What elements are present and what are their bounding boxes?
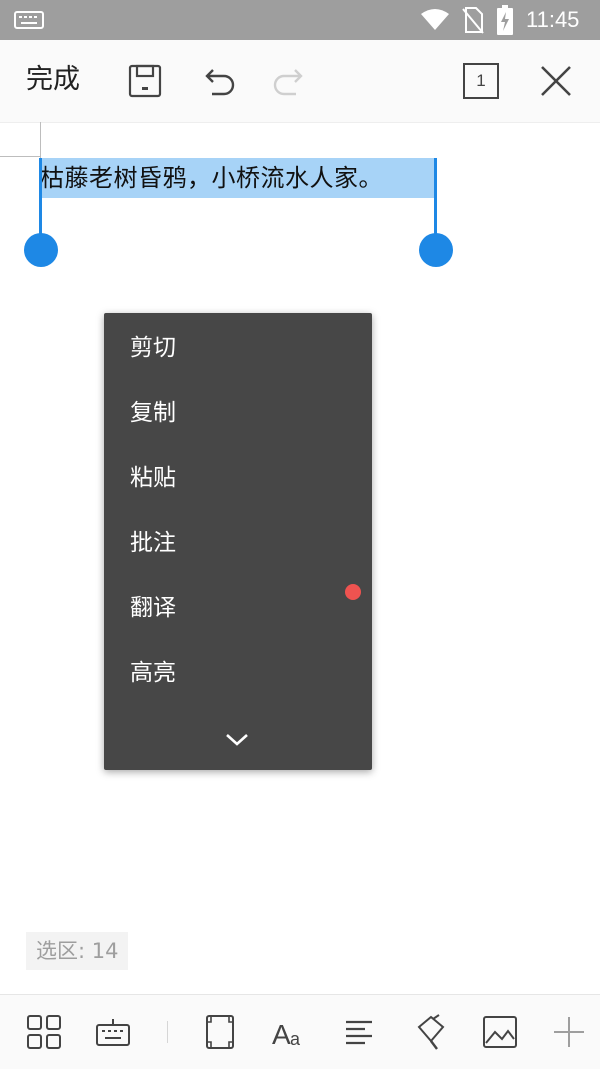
page-frame-icon[interactable] <box>201 1013 239 1051</box>
menu-item-paste[interactable]: 粘贴 <box>130 463 176 493</box>
apps-grid-icon[interactable] <box>25 1013 63 1051</box>
clock: 11:45 <box>526 7 580 32</box>
editor-toolbar: 完成 1 <box>0 40 600 123</box>
align-icon[interactable] <box>341 1013 379 1051</box>
selection-start-handle[interactable] <box>24 233 58 267</box>
margin-guide-vertical <box>40 122 41 158</box>
page-count-value: 1 <box>476 71 486 90</box>
save-icon[interactable] <box>124 60 166 102</box>
selection-start-handle-line <box>39 158 42 236</box>
no-sim-icon <box>462 7 484 34</box>
status-bar: 11:45 <box>0 0 600 40</box>
done-button[interactable]: 完成 <box>26 62 80 98</box>
selection-count-badge: 选区: 14 <box>26 932 129 970</box>
undo-icon[interactable] <box>198 60 240 102</box>
page-count-icon[interactable]: 1 <box>463 63 499 99</box>
menu-item-cut[interactable]: 剪切 <box>130 333 176 363</box>
menu-item-copy[interactable]: 复制 <box>130 398 176 428</box>
margin-guide-horizontal <box>0 156 40 157</box>
bottom-toolbar: A a <box>0 994 600 1069</box>
image-icon[interactable] <box>481 1013 519 1051</box>
toolbar-divider <box>167 1021 168 1043</box>
keyboard-icon <box>14 11 44 29</box>
add-icon[interactable] <box>550 1013 588 1051</box>
new-feature-dot <box>345 584 361 600</box>
menu-item-highlight[interactable]: 高亮 <box>130 658 176 688</box>
svg-text:A: A <box>272 1019 291 1050</box>
format-painter-icon[interactable] <box>411 1013 449 1051</box>
selection-end-handle[interactable] <box>419 233 453 267</box>
close-icon[interactable] <box>535 60 577 102</box>
selection-end-handle-line <box>434 158 437 236</box>
keyboard-icon[interactable] <box>94 1013 132 1051</box>
wifi-icon <box>421 9 449 30</box>
menu-item-comment[interactable]: 批注 <box>130 528 176 558</box>
chevron-down-icon[interactable] <box>224 731 250 749</box>
battery-charging-icon <box>497 5 513 35</box>
redo-icon[interactable] <box>268 60 310 102</box>
menu-item-translate[interactable]: 翻译 <box>130 593 176 623</box>
font-icon[interactable]: A a <box>270 1013 308 1051</box>
selected-text[interactable]: 枯藤老树昏鸦，小桥流水人家。 <box>40 158 436 198</box>
svg-text:a: a <box>290 1029 301 1049</box>
context-menu: 剪切 复制 粘贴 批注 翻译 高亮 <box>104 313 372 770</box>
